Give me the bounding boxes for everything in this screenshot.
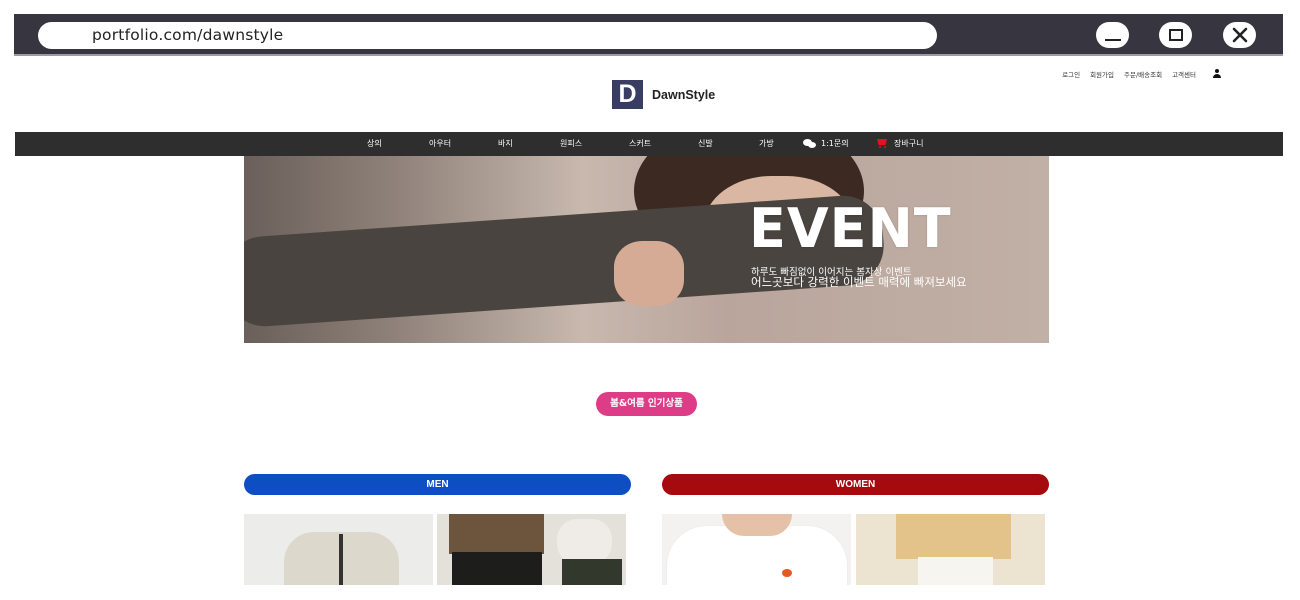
chat-icon xyxy=(803,139,816,148)
close-icon xyxy=(1232,27,1247,43)
nav-item-skirt[interactable]: 스커트 xyxy=(629,132,651,156)
close-button[interactable] xyxy=(1223,22,1256,48)
event-banner[interactable]: EVENT 하루도 빠짐없이 이어지는 봄자상 이벤트 어느곳보다 강력한 이벤… xyxy=(244,156,1049,343)
product-photo-detail xyxy=(452,552,542,585)
banner-photo-hand xyxy=(614,241,684,306)
product-photo-detail xyxy=(562,559,622,585)
minimize-button[interactable] xyxy=(1096,22,1129,48)
order-tracking-link[interactable]: 주문/배송조회 xyxy=(1124,69,1162,79)
maximize-button[interactable] xyxy=(1159,22,1192,48)
main-nav: 상의 아우터 바지 원피스 스커트 신발 가방 1:1문의 장바구니 xyxy=(15,132,1283,156)
logo-text: DawnStyle xyxy=(652,87,716,102)
logo-mark: D xyxy=(612,80,643,109)
product-photo-detail xyxy=(557,519,612,564)
banner-subtitle-bold: 어느곳보다 강력한 이벤트 매력에 빠져보세요 xyxy=(751,275,967,289)
address-bar[interactable]: portfolio.com/dawnstyle xyxy=(38,22,937,49)
nav-cart-label: 장바구니 xyxy=(894,139,924,148)
site-logo[interactable]: D DawnStyle xyxy=(612,80,715,109)
browser-window-bar: portfolio.com/dawnstyle xyxy=(14,14,1283,56)
product-photo-detail xyxy=(782,569,792,577)
nav-item-shoes[interactable]: 신발 xyxy=(698,132,713,156)
product-thumbnail-men-1[interactable] xyxy=(244,514,433,585)
nav-item-tops[interactable]: 상의 xyxy=(367,132,382,156)
nav-item-inquiry[interactable]: 1:1문의 xyxy=(803,132,849,156)
minimize-icon xyxy=(1104,39,1121,41)
customer-center-link[interactable]: 고객센터 xyxy=(1172,69,1196,79)
maximize-icon xyxy=(1168,29,1183,41)
product-photo xyxy=(896,514,1011,559)
cart-icon xyxy=(876,139,888,148)
signup-link[interactable]: 회원가입 xyxy=(1090,69,1114,79)
address-bar-url: portfolio.com/dawnstyle xyxy=(92,26,284,44)
product-thumbnail-men-2[interactable] xyxy=(437,514,626,585)
login-link[interactable]: 로그인 xyxy=(1062,69,1080,79)
women-category-bar[interactable]: WOMEN xyxy=(662,474,1049,495)
utility-links: 로그인 회원가입 주문/배송조회 고객센터 xyxy=(1062,69,1222,79)
product-photo-detail xyxy=(722,514,792,536)
nav-item-bags[interactable]: 가방 xyxy=(759,132,774,156)
product-photo-detail xyxy=(339,534,343,585)
banner-title: EVENT xyxy=(749,197,952,260)
nav-item-outer[interactable]: 아우터 xyxy=(429,132,451,156)
nav-item-pants[interactable]: 바지 xyxy=(498,132,513,156)
popular-products-badge: 봄&여름 인기상품 xyxy=(596,392,697,416)
nav-item-cart[interactable]: 장바구니 xyxy=(876,132,923,156)
product-photo-detail xyxy=(918,557,993,585)
men-category-bar[interactable]: MEN xyxy=(244,474,631,495)
product-photo xyxy=(449,514,544,554)
user-icon[interactable] xyxy=(1212,69,1222,79)
product-thumbnail-women-1[interactable] xyxy=(662,514,851,585)
nav-item-dress[interactable]: 원피스 xyxy=(560,132,582,156)
nav-inquiry-label: 1:1문의 xyxy=(821,139,849,148)
product-thumbnail-women-2[interactable] xyxy=(856,514,1045,585)
